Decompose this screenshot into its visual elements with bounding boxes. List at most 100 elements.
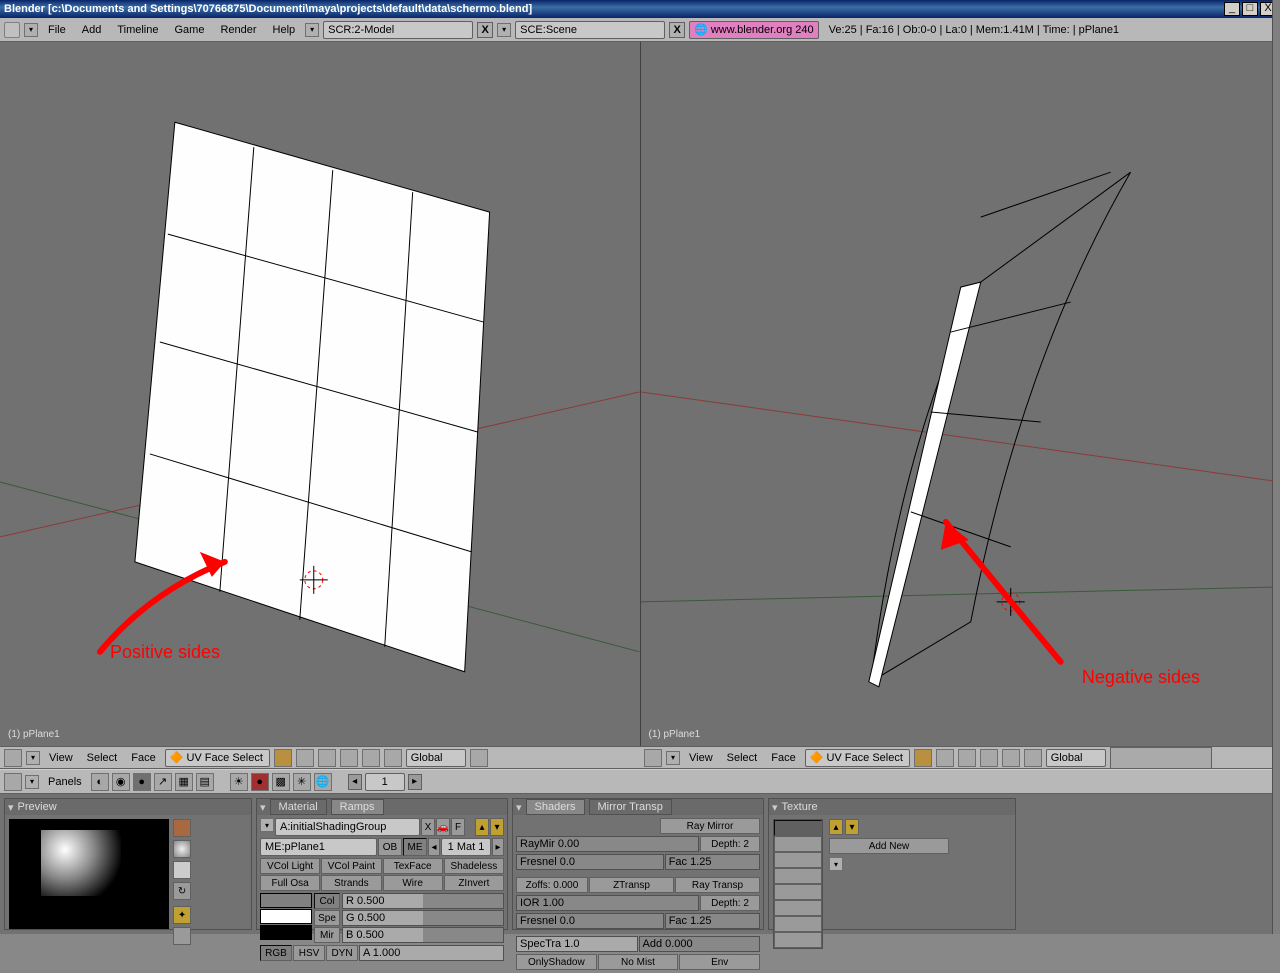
pivot-icon-r[interactable]: [936, 749, 954, 767]
tab-shaders[interactable]: Shaders: [526, 799, 585, 815]
dyn-btn[interactable]: DYN: [326, 945, 358, 961]
panel-resize[interactable]: [1272, 0, 1280, 934]
alpha-slider[interactable]: A 1.000: [359, 945, 504, 961]
minimize-button[interactable]: _: [1224, 2, 1240, 16]
orientation-l[interactable]: Global: [406, 749, 466, 767]
tab-mirror-transp[interactable]: Mirror Transp: [589, 799, 672, 815]
raymir-slider[interactable]: RayMir 0.00: [516, 836, 699, 852]
menu-face-r[interactable]: Face: [766, 752, 800, 764]
mat-next[interactable]: ▸: [492, 838, 504, 856]
view3d-icon-r[interactable]: [644, 749, 662, 767]
menu-game[interactable]: Game: [168, 22, 210, 38]
ztransp-btn[interactable]: ZTransp: [589, 877, 674, 893]
zoffs-field[interactable]: Zoffs: 0.000: [516, 877, 588, 893]
buttons-dropdown[interactable]: [25, 775, 39, 789]
screen-field[interactable]: SCR:2-Model: [323, 21, 473, 39]
scene-dropdown[interactable]: [497, 23, 511, 37]
header-dropdown-right[interactable]: [666, 751, 680, 765]
preview-opt-icon[interactable]: [173, 927, 191, 945]
manip-icon-l[interactable]: [318, 749, 336, 767]
tex-slot-5[interactable]: [774, 900, 822, 916]
vcol-light[interactable]: VCol Light: [260, 858, 320, 874]
menu-view-r[interactable]: View: [684, 752, 718, 764]
tex-down[interactable]: ▾: [845, 819, 859, 835]
scene-close[interactable]: X: [669, 22, 685, 38]
preview-osa-icon[interactable]: ✦: [173, 906, 191, 924]
mat-prev[interactable]: ◂: [428, 838, 440, 856]
col-swatch[interactable]: [260, 893, 312, 908]
menu-face-l[interactable]: Face: [126, 752, 160, 764]
mode-select-l[interactable]: 🔶 UV Face Select: [165, 749, 270, 767]
hand-icon-l[interactable]: [340, 749, 358, 767]
mat-link-field[interactable]: A:initialShadingGroup: [275, 818, 420, 836]
fac2-slider[interactable]: Fac 1.25: [665, 913, 760, 929]
full-osa[interactable]: Full Osa: [260, 875, 320, 891]
context-shading-icon[interactable]: ●: [133, 773, 151, 791]
shading-icon-l[interactable]: [274, 749, 292, 767]
context-script-icon[interactable]: ◉: [112, 773, 130, 791]
preview-flat-icon[interactable]: [173, 819, 191, 837]
viewport-right[interactable]: Negative sides (1) pPlane1: [641, 42, 1280, 746]
subcontext-lamp-icon[interactable]: ☀: [230, 773, 248, 791]
rotate-icon-l[interactable]: [384, 749, 402, 767]
depth2-field[interactable]: Depth: 2: [700, 895, 760, 911]
move-icon-r[interactable]: [1002, 749, 1020, 767]
shading-icon-r[interactable]: [914, 749, 932, 767]
spe-swatch[interactable]: [260, 909, 312, 924]
viewport-left[interactable]: Positive sides (1) pPlane1: [0, 42, 641, 746]
mat-up[interactable]: ▴: [475, 818, 489, 836]
view3d-icon[interactable]: [4, 749, 22, 767]
col-btn[interactable]: Col: [314, 893, 340, 909]
info-icon[interactable]: [4, 22, 20, 38]
context-logic-icon[interactable]: ◐: [91, 773, 109, 791]
env-btn[interactable]: Env: [679, 954, 760, 970]
window-type-dropdown[interactable]: [24, 23, 38, 37]
tex-dropdown[interactable]: [829, 857, 843, 871]
menu-add[interactable]: Add: [76, 22, 108, 38]
pivot-icon-l[interactable]: [296, 749, 314, 767]
mat-auto[interactable]: 🚗: [436, 818, 450, 836]
mir-swatch[interactable]: [260, 925, 312, 940]
hand-icon-r[interactable]: [980, 749, 998, 767]
layer-buttons[interactable]: [1110, 747, 1212, 769]
screen-dropdown[interactable]: [305, 23, 319, 37]
tex-slot-3[interactable]: [774, 868, 822, 884]
add-slider[interactable]: Add 0.000: [639, 936, 761, 952]
texface[interactable]: TexFace: [383, 858, 443, 874]
rgb-btn[interactable]: RGB: [260, 945, 292, 961]
r-slider[interactable]: R 0.500: [342, 893, 504, 909]
frame-field[interactable]: 1: [365, 773, 405, 791]
strands[interactable]: Strands: [321, 875, 381, 891]
header-dropdown-left[interactable]: [26, 751, 40, 765]
fresnel2-slider[interactable]: Fresnel 0.0: [516, 913, 664, 929]
tab-ramps[interactable]: Ramps: [331, 799, 384, 815]
subcontext-world-icon[interactable]: 🌐: [314, 773, 332, 791]
mode-select-r[interactable]: 🔶 UV Face Select: [805, 749, 910, 767]
screen-close[interactable]: X: [477, 22, 493, 38]
rotate-icon-r[interactable]: [1024, 749, 1042, 767]
mat-f[interactable]: F: [451, 818, 465, 836]
mir-btn[interactable]: Mir: [314, 927, 340, 943]
tex-slot-7[interactable]: [774, 932, 822, 948]
move-icon-l[interactable]: [362, 749, 380, 767]
tex-slot-6[interactable]: [774, 916, 822, 932]
subcontext-mat-icon[interactable]: ●: [251, 773, 269, 791]
menu-render[interactable]: Render: [214, 22, 262, 38]
ob-btn[interactable]: OB: [378, 838, 402, 856]
menu-view-l[interactable]: View: [44, 752, 78, 764]
buttons-icon[interactable]: [4, 773, 22, 791]
hsv-btn[interactable]: HSV: [293, 945, 325, 961]
orientation-r[interactable]: Global: [1046, 749, 1106, 767]
fresnel1-slider[interactable]: Fresnel 0.0: [516, 854, 664, 870]
me-field[interactable]: ME:pPlane1: [260, 838, 377, 856]
tex-slot-4[interactable]: [774, 884, 822, 900]
depth1-field[interactable]: Depth: 2: [700, 836, 760, 852]
menu-file[interactable]: File: [42, 22, 72, 38]
tex-up[interactable]: ▴: [829, 819, 843, 835]
raymirror-btn[interactable]: Ray Mirror: [660, 818, 760, 834]
mat-index[interactable]: 1 Mat 1: [441, 838, 491, 856]
spe-btn[interactable]: Spe: [314, 910, 340, 926]
spectra-slider[interactable]: SpecTra 1.0: [516, 936, 638, 952]
mat-link-dropdown[interactable]: [260, 818, 274, 832]
manip-icon-r[interactable]: [958, 749, 976, 767]
